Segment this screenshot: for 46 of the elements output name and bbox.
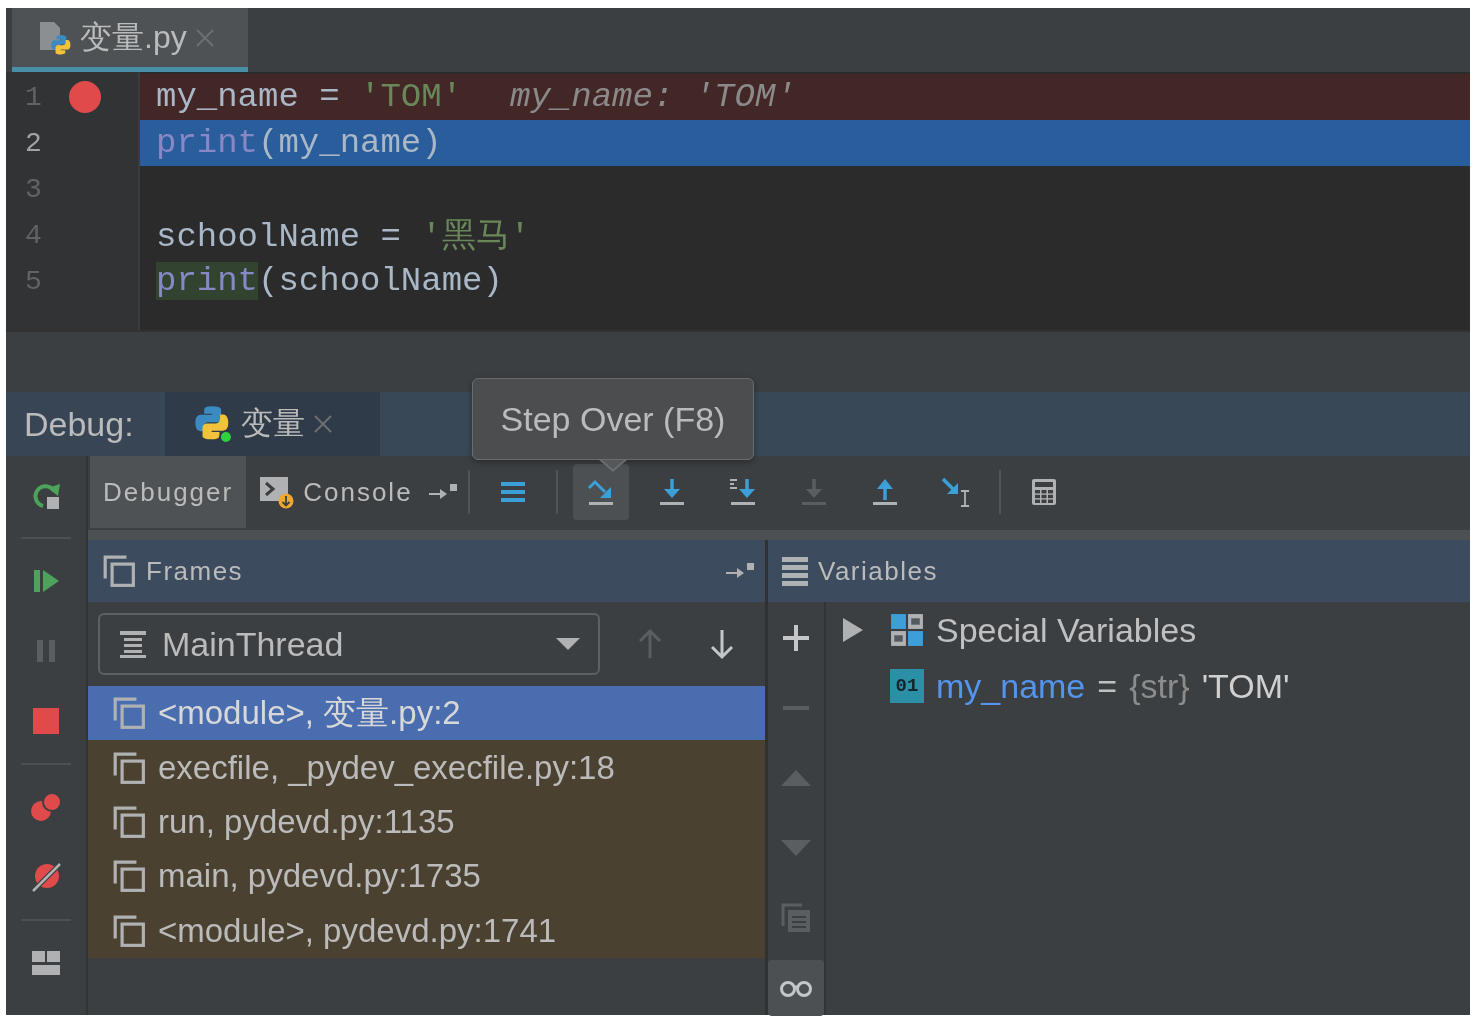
expand-caret-icon[interactable]: [842, 617, 864, 643]
list-icon: [782, 556, 808, 586]
stack-frame-item[interactable]: main, pydevd.py:1735: [88, 849, 765, 904]
stack-frame-item[interactable]: <module>, pydevd.py:1741: [88, 903, 765, 958]
breakpoint-icon[interactable]: [69, 81, 101, 113]
assignment-operator: =: [1097, 666, 1118, 706]
panel-title: Frames: [146, 555, 245, 587]
variable-name: my_name: [936, 666, 1086, 706]
grid-icon: [890, 613, 924, 647]
code-text: my_name = 'TOM': [156, 78, 463, 116]
panel-tab[interactable]: Console: [246, 456, 426, 528]
stacked-squares-icon: [112, 804, 146, 839]
file-icon: [38, 19, 72, 56]
watches-button[interactable]: [768, 960, 824, 1016]
code-text: print(schoolName): [156, 262, 503, 300]
panel-title: Variables: [818, 555, 939, 587]
close-icon[interactable]: [313, 414, 333, 434]
script-icon: [193, 404, 233, 444]
stack-frame-item[interactable]: execfile, _pydev_execfile.py:18: [88, 740, 765, 795]
stack-frame-item[interactable]: run, pydevd.py:1135: [88, 794, 765, 850]
thread-dropdown[interactable]: MainThread: [98, 613, 600, 675]
code-text: schoolName = '黑马': [156, 217, 531, 258]
stacked-squares-icon: [102, 554, 136, 588]
line-number: 2: [25, 127, 43, 159]
stack-frame-item[interactable]: <module>, 变量.py:2: [88, 686, 765, 741]
type-badge: 01: [890, 669, 924, 703]
session-tab[interactable]: 变量: [165, 392, 380, 456]
inline-value: my_name: 'TOM': [510, 78, 796, 116]
variable-value: 'TOM': [1201, 666, 1290, 706]
panel-tab[interactable]: Debugger: [90, 456, 247, 528]
pin-arrow-icon[interactable]: [427, 482, 458, 502]
editor-tab[interactable]: 变量.py: [12, 8, 248, 72]
caret-icon: [556, 638, 580, 650]
stacked-squares-icon: [112, 913, 146, 948]
tooltip: Step Over (F8): [472, 378, 754, 473]
code-text: print(my_name): [156, 124, 442, 162]
stacked-squares-icon: [112, 696, 146, 731]
stacked-squares-icon: [112, 750, 146, 785]
value-type: {str}: [1129, 666, 1190, 706]
pin-arrow-icon[interactable]: [725, 561, 755, 581]
group-name: Special Variables: [936, 610, 1197, 650]
stacked-squares-icon: [112, 859, 146, 894]
stacked-lines-icon: [118, 629, 148, 659]
terminal-icon: [259, 475, 296, 509]
tooltip-pointer-icon: [598, 460, 628, 473]
step-over-button[interactable]: [572, 464, 629, 520]
